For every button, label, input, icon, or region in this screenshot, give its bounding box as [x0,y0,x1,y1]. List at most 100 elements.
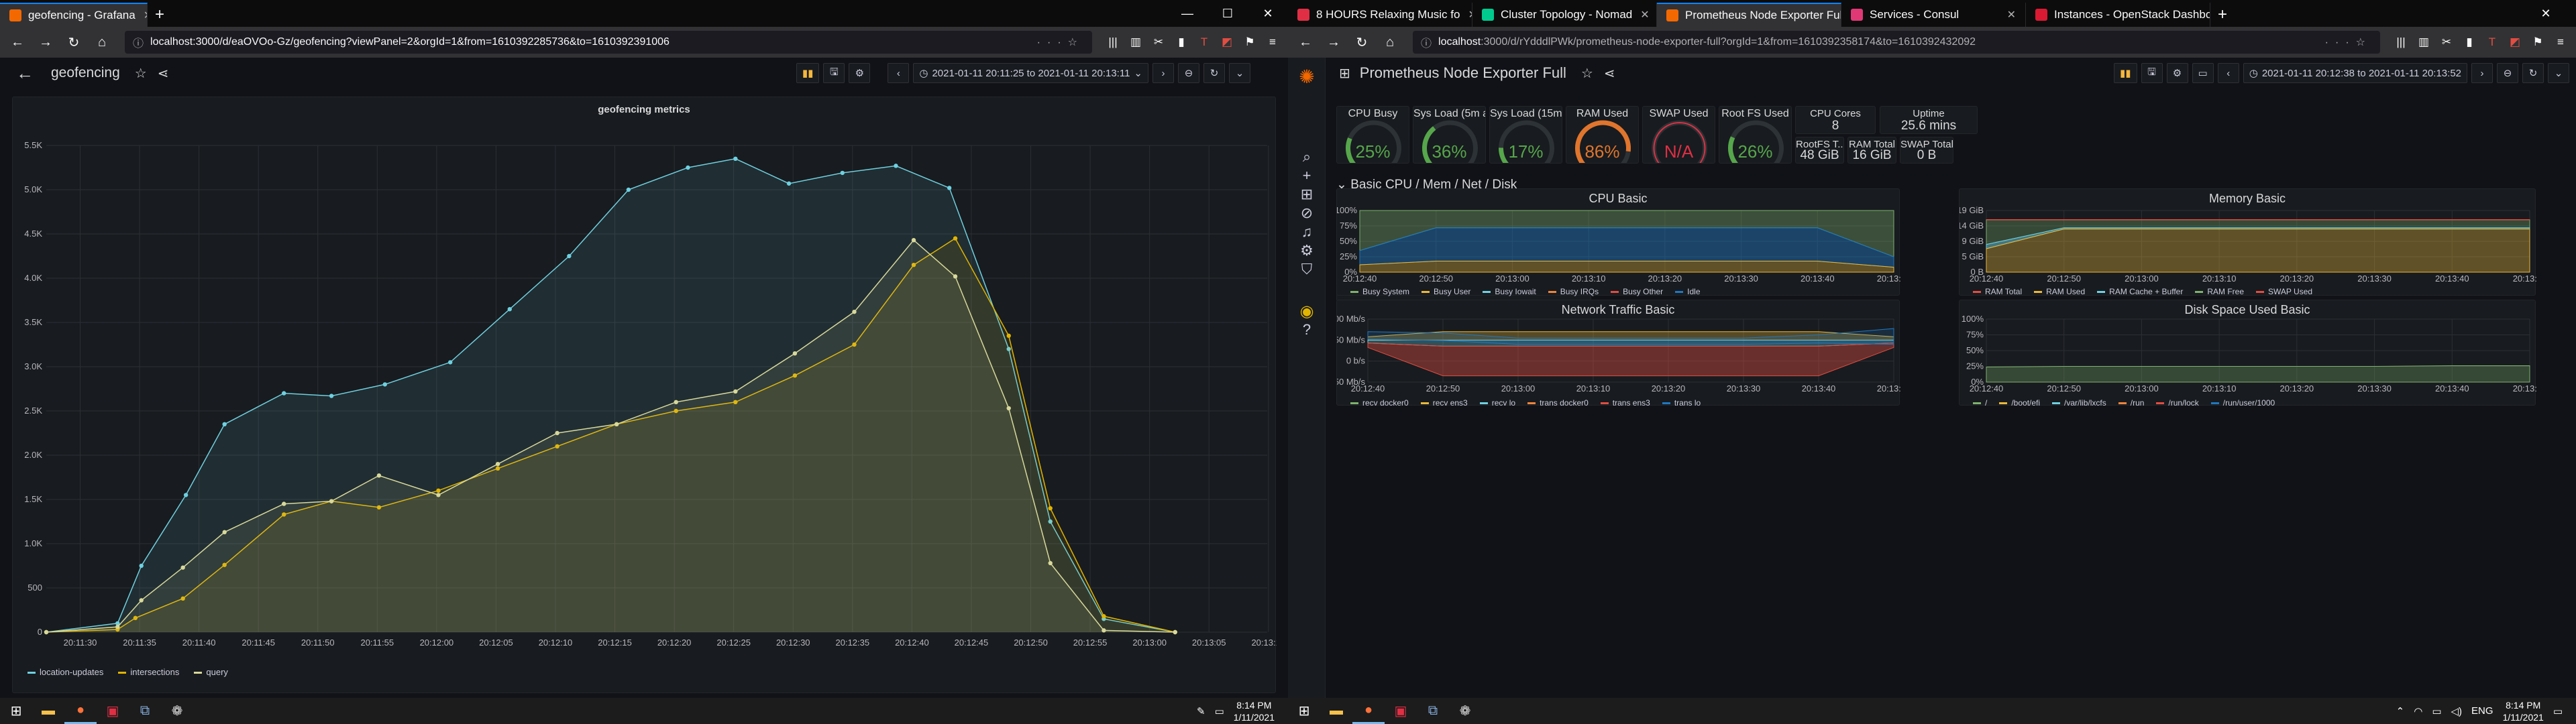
close-tab-icon[interactable]: ✕ [1999,8,2016,21]
configuration-gear-icon[interactable]: ⚙ [1297,241,1316,260]
firefox-taskbar-icon[interactable]: ● [64,698,97,724]
close-tab-icon[interactable]: ✕ [1460,8,1472,21]
stat-panel[interactable]: CPU Cores 8 [1795,106,1876,134]
page-info-icon[interactable]: ⓘ [1421,34,1432,50]
time-shift-forward-icon[interactable]: › [2471,63,2493,83]
data-point[interactable] [567,253,572,259]
bookmark-icon[interactable]: ▮ [2461,34,2478,51]
legend-item[interactable]: RAM Total [1973,287,2022,296]
data-point[interactable] [115,624,120,629]
terminal-taskbar-icon[interactable]: ⧉ [1417,698,1449,724]
data-point[interactable] [448,360,453,365]
panel-type-icon[interactable]: ▮▮ [796,63,820,83]
save-icon[interactable]: 🖫 [823,63,845,83]
data-point[interactable] [44,629,49,635]
forward-icon[interactable]: → [1323,32,1344,53]
data-point[interactable] [495,462,500,467]
data-point[interactable] [507,307,513,312]
data-point[interactable] [329,499,334,503]
pen-icon[interactable]: ✎ [1197,705,1205,717]
close-window-icon[interactable]: ✕ [2516,0,2576,27]
tab-nomad[interactable]: Cluster Topology - Nomad ✕ [1472,3,1657,27]
refresh-icon[interactable]: ↻ [2522,63,2544,83]
menu-icon[interactable]: ≡ [2552,34,2569,51]
stat-panel[interactable]: RootFS T... 48 GiB [1795,137,1844,164]
page-info-icon[interactable]: ⓘ [133,34,144,50]
data-point[interactable] [180,565,185,570]
back-arrow-icon[interactable]: ← [16,63,34,84]
file-explorer-icon[interactable]: ▬ [32,698,64,724]
legend-item[interactable]: SWAP Used [2256,287,2312,296]
taskbar-clock[interactable]: 8:14 PM 1/11/2021 [1234,699,1275,723]
legend-item[interactable]: recv ens3 [1420,398,1468,408]
page-actions-icon[interactable]: ···☆ [2325,36,2372,49]
data-point[interactable] [786,181,792,186]
pocket-icon[interactable]: ⚑ [1241,34,1258,51]
gauge-panel[interactable]: Sys Load (15m avg)17% [1489,106,1562,164]
panel-title[interactable]: geofencing metrics [13,104,1275,115]
minimize-window-icon[interactable]: — [1167,0,1208,27]
page-actions-icon[interactable]: ···☆ [1037,36,1084,49]
search-icon[interactable]: ⌕ [1297,147,1316,166]
data-point[interactable] [733,389,738,394]
star-icon[interactable]: ☆ [1581,65,1593,82]
home-icon[interactable]: ⌂ [91,32,113,53]
dashboards-grid-icon[interactable]: ⊞ [1339,65,1350,82]
windows-start-icon[interactable]: ⊞ [1288,698,1320,724]
stat-panel[interactable]: Uptime 25.6 mins [1880,106,1978,134]
back-icon[interactable]: ← [1295,32,1316,53]
screenshot-icon[interactable]: ✂ [2438,34,2455,51]
data-point[interactable] [911,238,916,243]
settings-gear-icon[interactable]: ⚙ [849,63,871,83]
user-avatar-icon[interactable]: ◉ [1297,302,1316,320]
data-point[interactable] [222,422,227,426]
data-point[interactable] [1048,560,1053,566]
network-taskbar-icon[interactable]: ❁ [1449,698,1481,724]
data-point[interactable] [139,563,144,568]
gauge-panel[interactable]: RAM Used 86% [1566,106,1639,164]
data-point[interactable] [686,165,690,170]
data-point[interactable] [1048,506,1053,511]
legend-item[interactable]: /run/user/1000 [2210,398,2275,408]
home-icon[interactable]: ⌂ [1379,32,1401,53]
legend-item[interactable]: /run/lock [2156,398,2199,408]
stat-panel[interactable]: SWAP Total 0 B [1900,137,1953,164]
data-point[interactable] [1006,333,1011,338]
address-bar[interactable]: ⓘ localhost:3000/d/eaOVOo-Gz/geofencing?… [125,31,1092,54]
time-picker[interactable]: ◷ 2021-01-11 20:12:38 to 2021-01-11 20:13… [2243,63,2467,83]
tab-geofencing[interactable]: geofencing - Grafana ✕ [0,3,148,27]
time-shift-forward-icon[interactable]: › [1152,63,1174,83]
tab-openstack[interactable]: Instances - OpenStack Dashbo✕ [2026,3,2210,27]
legend-item[interactable]: trans lo [1662,398,1701,408]
data-point[interactable] [376,473,382,478]
zoom-out-icon[interactable]: ⊖ [1178,63,1199,83]
legend-item[interactable]: /var/lib/lxcfs [2052,398,2106,408]
notification-icon[interactable]: ▭ [1215,705,1224,717]
tab-music[interactable]: 8 HOURS Relaxing Music fo✕ [1288,3,1472,27]
library-icon[interactable]: ||| [2392,34,2410,51]
data-point[interactable] [1173,629,1177,635]
show-hidden-icons-chevron-icon[interactable]: ⌃ [2396,705,2405,717]
refresh-interval-dropdown[interactable]: ⌄ [2548,63,2569,83]
tv-mode-icon[interactable]: ▭ [2192,63,2214,83]
data-point[interactable] [222,530,227,535]
data-point[interactable] [1006,406,1011,411]
gauge-panel[interactable]: CPU Busy 25% [1336,106,1409,164]
data-point[interactable] [733,156,738,161]
explore-compass-icon[interactable]: ⊘ [1297,204,1316,223]
data-point[interactable] [1102,628,1106,633]
extension-icon[interactable]: ◩ [1218,34,1236,51]
panel-type-icon[interactable]: ▮▮ [2114,63,2137,83]
legend-item[interactable]: /boot/efi [1999,398,2040,408]
data-point[interactable] [674,400,678,404]
time-shift-back-icon[interactable]: ‹ [2217,63,2239,83]
data-point[interactable] [436,493,441,497]
alerting-bell-icon[interactable]: ♫ [1297,223,1316,241]
legend-query[interactable]: query [194,667,228,677]
network-taskbar-icon[interactable]: ❁ [161,698,193,724]
legend-item[interactable]: /run [2118,398,2144,408]
zoom-out-icon[interactable]: ⊖ [2497,63,2518,83]
close-tab-icon[interactable]: ✕ [1632,8,1649,21]
help-icon[interactable]: ? [1297,320,1316,339]
legend-item[interactable]: Busy System [1350,287,1409,296]
